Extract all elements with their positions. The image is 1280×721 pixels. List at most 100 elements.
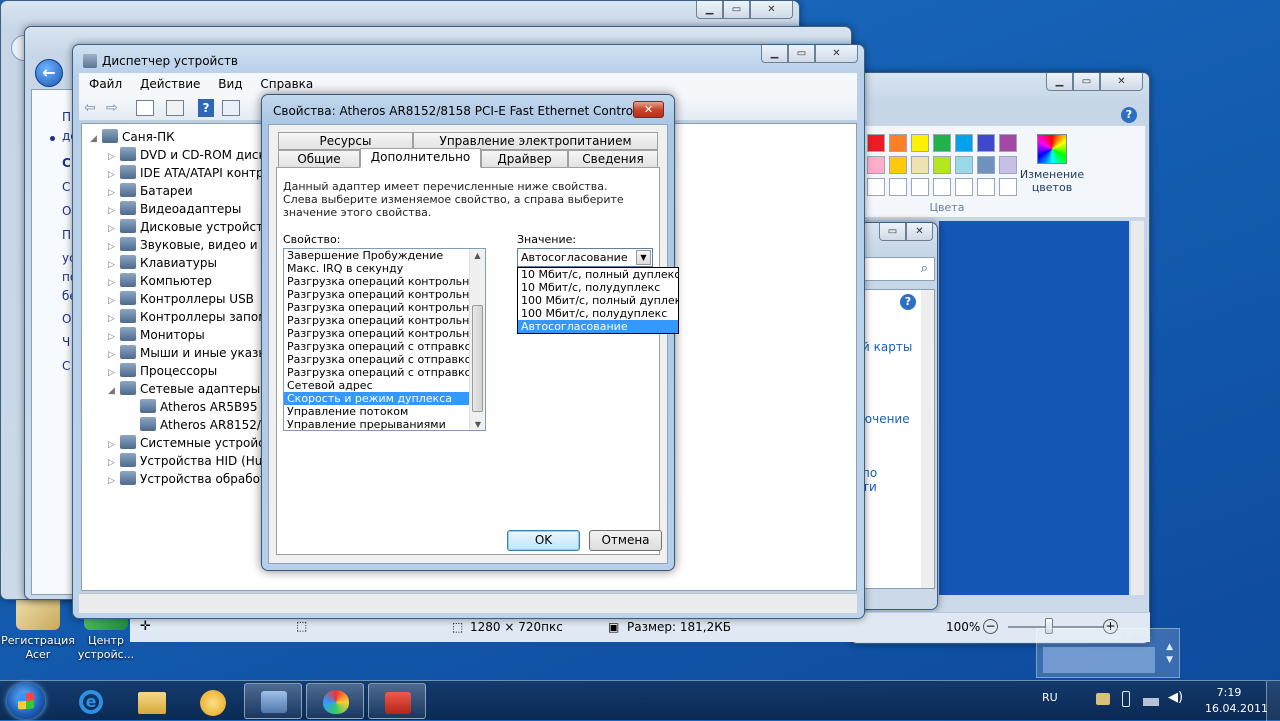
property-item[interactable]: Завершение Пробуждение xyxy=(284,249,485,262)
network-icon[interactable] xyxy=(1143,692,1159,706)
cancel-button[interactable]: Отмена xyxy=(589,530,662,551)
language-indicator[interactable]: RU xyxy=(1042,691,1058,704)
color-swatch[interactable] xyxy=(955,156,973,174)
property-item[interactable]: Разгрузка операций контрольной су xyxy=(284,288,485,301)
properties-icon[interactable] xyxy=(136,100,154,116)
empty-color-swatch[interactable] xyxy=(911,178,929,196)
tree-item[interactable]: ▷ Контроллеры запомин xyxy=(108,308,283,326)
close-button[interactable]: ✕ xyxy=(815,45,858,63)
view-icon[interactable] xyxy=(166,100,184,116)
scrollbar-thumb[interactable] xyxy=(472,305,483,412)
network-meter-widget[interactable]: 5 КБ/с ▲ ▼ xyxy=(1036,628,1180,678)
expand-arrow-icon[interactable]: ▷ xyxy=(108,472,120,490)
empty-color-swatch[interactable] xyxy=(977,178,995,196)
property-item[interactable]: Разгрузка операций с отправкой бо xyxy=(284,340,485,353)
tree-item[interactable]: ▷ Видеоадаптеры xyxy=(108,200,241,218)
property-item[interactable]: Управление прерываниями xyxy=(284,418,485,430)
color-swatch[interactable] xyxy=(867,134,885,152)
color-swatch[interactable] xyxy=(999,156,1017,174)
property-list-scrollbar[interactable]: ▲ ▼ xyxy=(469,249,485,430)
taskbar-paint[interactable] xyxy=(306,683,364,719)
property-item[interactable]: Управление потоком xyxy=(284,405,485,418)
taskbar-media[interactable] xyxy=(183,683,241,719)
color-swatch[interactable] xyxy=(955,134,973,152)
show-desktop-button[interactable] xyxy=(1266,681,1280,721)
battery-icon[interactable] xyxy=(1122,691,1130,707)
tab-general[interactable]: Общие xyxy=(278,150,360,168)
empty-color-swatch[interactable] xyxy=(933,178,951,196)
tab-driver[interactable]: Драйвер xyxy=(481,150,568,168)
back-arrow-icon[interactable]: ← xyxy=(35,59,63,87)
color-swatch[interactable] xyxy=(889,134,907,152)
tray-app-icon[interactable] xyxy=(1096,693,1110,705)
tree-item[interactable]: ▷ Процессоры xyxy=(108,362,217,380)
vertical-scrollbar[interactable] xyxy=(921,290,934,588)
menu-file[interactable]: Файл xyxy=(89,77,122,91)
close-button[interactable]: ✕ xyxy=(906,223,933,241)
color-swatch[interactable] xyxy=(933,156,951,174)
empty-color-swatch[interactable] xyxy=(889,178,907,196)
value-option[interactable]: 10 Мбит/с, полудуплекс xyxy=(518,281,678,294)
ok-button[interactable]: OK xyxy=(507,530,580,551)
empty-color-swatch[interactable] xyxy=(867,178,885,196)
color-swatch[interactable] xyxy=(933,134,951,152)
search-icon[interactable]: ⌕ xyxy=(921,261,928,276)
property-item[interactable]: Сетевой адрес xyxy=(284,379,485,392)
tree-item[interactable]: ◢ Сетевые адаптеры xyxy=(108,380,260,398)
maximize-button[interactable]: ▭ xyxy=(788,45,815,63)
taskbar-toolbox[interactable] xyxy=(368,683,426,719)
menu-action[interactable]: Действие xyxy=(140,77,200,91)
minimize-button[interactable]: ▁ xyxy=(696,1,723,19)
tree-item[interactable]: ▷ Мониторы xyxy=(108,326,205,344)
zoom-out-button[interactable]: − xyxy=(983,619,998,634)
value-option[interactable]: 100 Мбит/с, полный дуплекс xyxy=(518,294,678,307)
empty-color-swatch[interactable] xyxy=(955,178,973,196)
properties-dialog[interactable]: Свойства: Atheros AR8152/8158 PCI-E Fast… xyxy=(261,94,679,571)
color-swatch[interactable] xyxy=(911,134,929,152)
maximize-button[interactable]: ▭ xyxy=(723,1,750,19)
property-item[interactable]: Разгрузка операций контрольной су xyxy=(284,301,485,314)
tree-item[interactable]: ▷ Батареи xyxy=(108,182,193,200)
tree-item[interactable]: ▷ Компьютер xyxy=(108,272,212,290)
search-box[interactable]: ⌕ xyxy=(861,257,935,281)
property-item[interactable]: Макс. IRQ в секунду xyxy=(284,262,485,275)
network-widget-arrows-icon[interactable]: ▲ ▼ xyxy=(1166,641,1173,667)
property-item[interactable]: Разгрузка операций контрольной су xyxy=(284,275,485,288)
tree-item[interactable]: ▷ Устройства обработки xyxy=(108,470,282,488)
close-icon[interactable]: ✕ xyxy=(633,101,664,118)
help-icon[interactable]: ? xyxy=(198,99,214,117)
property-item[interactable]: Разгрузка операций контрольной су xyxy=(284,314,485,327)
help-window[interactable]: ▭ ✕ ⌕ ? й карты ючение по ти xyxy=(856,222,938,610)
close-button[interactable]: ✕ xyxy=(1100,73,1143,91)
maximize-button[interactable]: ▭ xyxy=(1073,73,1100,91)
color-swatch[interactable] xyxy=(977,134,995,152)
tree-item[interactable]: ▷ Дисковые устройства xyxy=(108,218,278,236)
value-option[interactable]: 100 Мбит/с, полудуплекс xyxy=(518,307,678,320)
start-button[interactable] xyxy=(7,683,45,719)
help-link[interactable]: ючение xyxy=(862,412,910,426)
edit-colors-icon[interactable] xyxy=(1037,134,1067,164)
tree-item[interactable]: ▷ Клавиатуры xyxy=(108,254,217,272)
property-item[interactable]: Скорость и режим дуплекса xyxy=(284,392,485,405)
tree-item[interactable]: ▷ IDE ATA/ATAPI контро xyxy=(108,164,271,182)
color-swatch[interactable] xyxy=(867,156,885,174)
scroll-down-icon[interactable]: ▼ xyxy=(470,420,485,429)
tree-item[interactable]: ▷ Устройства HID (Hum xyxy=(108,452,274,470)
menu-view[interactable]: Вид xyxy=(218,77,242,91)
tab-details[interactable]: Сведения xyxy=(568,150,658,168)
help-link[interactable]: й карты xyxy=(862,340,912,354)
help-icon[interactable]: ? xyxy=(900,294,916,310)
value-dropdown[interactable]: Автосогласование ▼ xyxy=(517,248,653,267)
minimize-button[interactable]: ▁ xyxy=(1046,73,1073,91)
value-option[interactable]: Автосогласование xyxy=(518,320,678,333)
chevron-down-icon[interactable]: ▼ xyxy=(636,250,651,265)
taskbar-device-manager[interactable] xyxy=(244,683,302,719)
edit-colors-label[interactable]: Изменение цветов xyxy=(1019,168,1085,194)
minimize-button[interactable]: ▁ xyxy=(761,45,788,63)
tree-item[interactable]: ▷ Мыши и иные указыв xyxy=(108,344,275,362)
property-item[interactable]: Разгрузка операций с отправкой бо xyxy=(284,353,485,366)
tree-item[interactable]: ▷ Контроллеры USB xyxy=(108,290,254,308)
help-icon[interactable]: ? xyxy=(1121,107,1137,123)
property-item[interactable]: Разгрузка операций контрольной су xyxy=(284,327,485,340)
menu-help[interactable]: Справка xyxy=(260,77,313,91)
